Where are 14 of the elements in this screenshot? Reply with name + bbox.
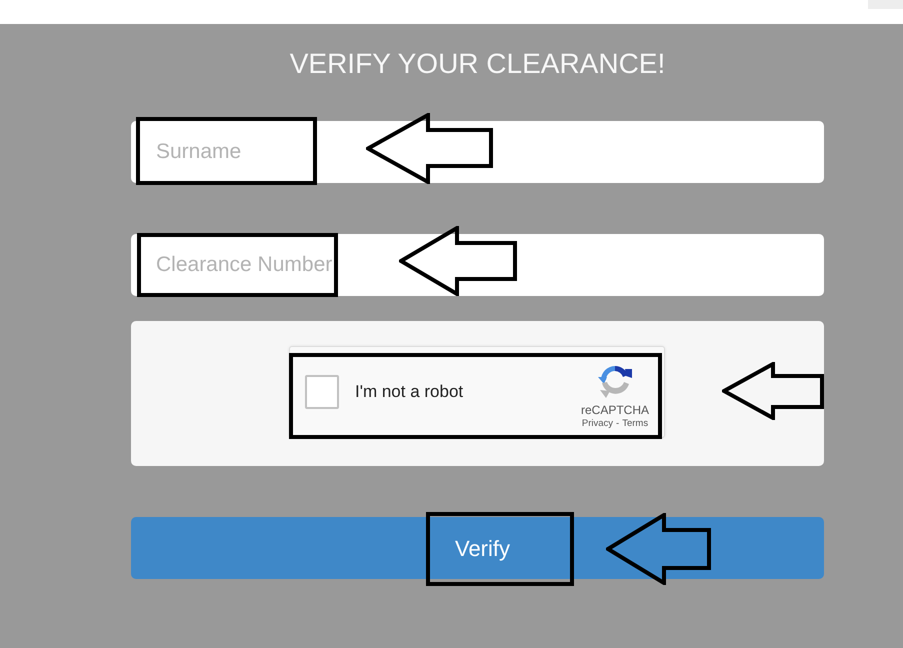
left-arrow-icon: [606, 513, 711, 585]
left-arrow-icon: [366, 113, 493, 184]
checkbox-label: I'm not a robot: [355, 381, 464, 404]
separator-text: -: [616, 418, 620, 430]
left-arrow-icon: [722, 362, 824, 420]
checkbox[interactable]: [305, 375, 339, 409]
terms-link[interactable]: Terms: [622, 418, 648, 430]
page-title: VERIFY YOUR CLEARANCE!: [288, 47, 666, 81]
verify-button[interactable]: Verify: [131, 517, 824, 579]
left-arrow-icon: [399, 226, 517, 296]
input-field[interactable]: Clearance Number: [131, 234, 824, 296]
privacy-link[interactable]: Privacy: [582, 418, 614, 430]
input-field[interactable]: Surname: [131, 121, 824, 183]
captcha-brand: reCAPTCHA: [580, 402, 649, 416]
